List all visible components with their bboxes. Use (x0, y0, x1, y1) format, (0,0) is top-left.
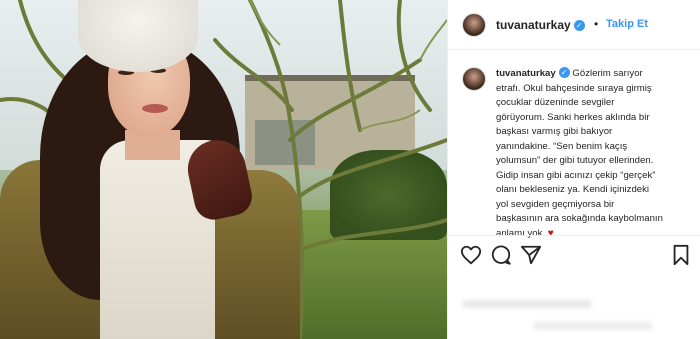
follow-button[interactable]: Takip Et (606, 18, 648, 30)
comment-icon[interactable] (490, 244, 512, 266)
caption-line: etrafı. Okul bahçesinde sıraya girmiş (496, 82, 652, 94)
post-actions-bar (448, 235, 700, 275)
heart-icon[interactable] (460, 244, 482, 266)
author-avatar[interactable] (462, 13, 486, 37)
author-username[interactable]: tuvanaturkay ✓ (496, 18, 585, 32)
caption-line: yanındakine. “Sen benim kaçış (496, 140, 628, 152)
post-side-panel: tuvanaturkay ✓ • Takip Et tuvanaturkay ✓ G… (447, 0, 700, 339)
caption-avatar[interactable] (462, 67, 486, 91)
post-header: tuvanaturkay ✓ • Takip Et (448, 0, 700, 50)
caption-line: çocuklar düzeninde sevgiler (496, 97, 615, 108)
bookmark-icon[interactable] (670, 244, 692, 266)
author-username-text[interactable]: tuvanaturkay (496, 18, 571, 32)
caption-username[interactable]: tuvanaturkay ✓ (496, 67, 570, 79)
caption-line: olanı bekleseniz ya. Kendi içinizdeki (496, 184, 650, 195)
caption-line: görüyorum. Sanki herkes aklında bir (496, 111, 650, 123)
caption-line: yolumsun” der gibi tutuyor ellerinden. (496, 155, 654, 166)
person-lips (142, 104, 168, 113)
verified-badge-icon: ✓ (558, 67, 570, 78)
post-caption: tuvanaturkay ✓ Gözlerim sarıyor etrafı. O… (496, 67, 696, 241)
comment-input-blurred[interactable] (533, 322, 653, 330)
verified-badge-icon: ✓ (573, 20, 585, 31)
share-icon[interactable] (520, 244, 542, 266)
post-photo[interactable] (0, 0, 447, 339)
person-hat (78, 0, 198, 72)
caption-line: Gidip insan gibi acınızı çekip “gerçek” (496, 169, 656, 181)
header-separator: • (594, 17, 599, 31)
likes-count-blurred (462, 300, 592, 308)
caption-line: yol sevgiden geçmiyorsa bir (496, 198, 615, 210)
caption-line: başkasının ara sokağında kaybolmanın (496, 213, 663, 224)
caption-line: başkası varmış gibi bakıyor (496, 126, 613, 137)
caption-line: Gözlerim sarıyor (572, 68, 643, 79)
